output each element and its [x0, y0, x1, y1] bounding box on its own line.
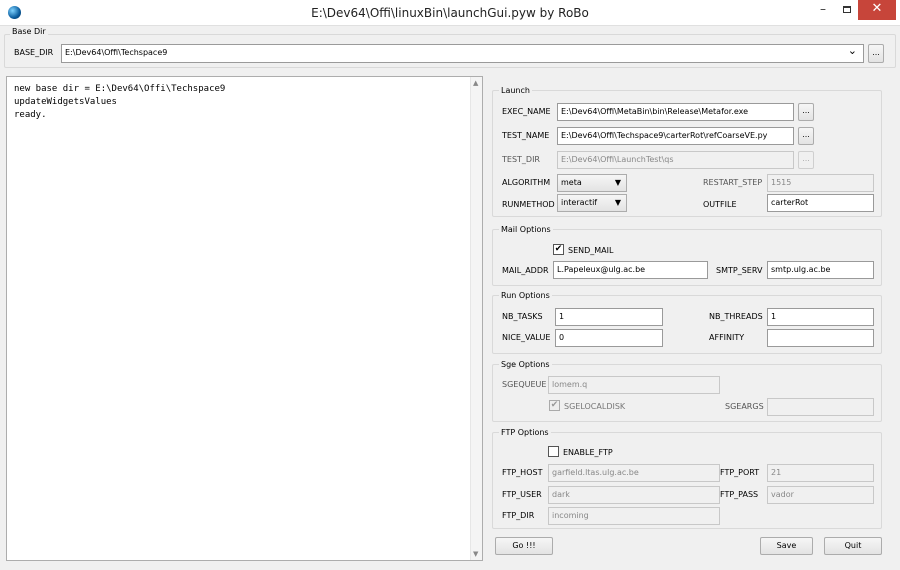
- test-dir-browse-button[interactable]: ...: [798, 151, 814, 169]
- ftp-dir-input[interactable]: incoming: [548, 507, 720, 525]
- nb-tasks-input[interactable]: 1: [555, 308, 663, 326]
- test-name-browse-button[interactable]: ...: [798, 127, 814, 145]
- scroll-down-icon[interactable]: ▼: [473, 550, 478, 558]
- sgelocaldisk-label: SGELOCALDISK: [564, 402, 626, 411]
- launch-group-title: Launch: [499, 86, 532, 95]
- mail-options-title: Mail Options: [499, 225, 553, 234]
- maximize-button[interactable]: [838, 0, 856, 20]
- minimize-button[interactable]: –: [811, 0, 835, 20]
- outfile-label: OUTFILE: [703, 200, 737, 209]
- sgequeue-label: SGEQUEUE: [502, 380, 547, 389]
- sgeargs-input[interactable]: [767, 398, 874, 416]
- test-dir-input[interactable]: E:\Dev64\Offi\LaunchTest\qs: [557, 151, 794, 169]
- dropdown-arrow-icon: ▼: [614, 198, 621, 207]
- base-dir-combobox[interactable]: E:\Dev64\Offi\Techspace9 ⌄: [61, 44, 864, 63]
- restart-step-input[interactable]: 1515: [767, 174, 874, 192]
- ftp-host-label: FTP_HOST: [502, 468, 543, 477]
- sgeargs-label: SGEARGS: [725, 402, 764, 411]
- nb-threads-input[interactable]: 1: [767, 308, 874, 326]
- chevron-down-icon[interactable]: ⌄: [848, 45, 857, 59]
- enable-ftp-checkbox[interactable]: [548, 446, 559, 457]
- ftp-pass-label: FTP_PASS: [720, 490, 759, 499]
- algorithm-select[interactable]: meta ▼: [557, 174, 627, 192]
- checkmark-icon: ✔: [550, 400, 559, 410]
- nb-threads-label: NB_THREADS: [709, 312, 763, 321]
- log-line: new base dir = E:\Dev64\Offi\Techspace9: [14, 84, 226, 94]
- base-dir-label: BASE_DIR: [14, 48, 54, 57]
- run-options-title: Run Options: [499, 291, 552, 300]
- save-button[interactable]: Save: [760, 537, 813, 555]
- ftp-options-title: FTP Options: [499, 428, 551, 437]
- sgelocaldisk-checkbox[interactable]: ✔: [549, 400, 560, 411]
- ftp-port-label: FTP_PORT: [720, 468, 760, 477]
- ftp-user-input[interactable]: dark: [548, 486, 720, 504]
- outfile-input[interactable]: carterRot: [767, 194, 874, 212]
- ftp-dir-label: FTP_DIR: [502, 511, 535, 520]
- sge-options-title: Sge Options: [499, 360, 552, 369]
- sgequeue-input[interactable]: lomem.q: [548, 376, 720, 394]
- runmethod-value: interactif: [561, 198, 598, 207]
- base-dir-browse-button[interactable]: ...: [868, 44, 884, 63]
- mail-addr-input[interactable]: L.Papeleux@ulg.ac.be: [553, 261, 708, 279]
- ftp-port-input[interactable]: 21: [767, 464, 874, 482]
- quit-button[interactable]: Quit: [824, 537, 882, 555]
- checkmark-icon: ✔: [554, 244, 563, 254]
- log-line: ready.: [14, 110, 47, 120]
- mail-addr-label: MAIL_ADDR: [502, 266, 549, 275]
- scroll-up-icon[interactable]: ▲: [473, 79, 478, 87]
- log-line: updateWidgetsValues: [14, 97, 117, 107]
- ftp-host-input[interactable]: garfield.ltas.ulg.ac.be: [548, 464, 720, 482]
- nice-value-input[interactable]: 0: [555, 329, 663, 347]
- runmethod-label: RUNMETHOD: [502, 200, 555, 209]
- ftp-pass-input[interactable]: vador: [767, 486, 874, 504]
- send-mail-checkbox[interactable]: ✔: [553, 244, 564, 255]
- base-dir-value: E:\Dev64\Offi\Techspace9: [65, 48, 168, 57]
- dropdown-arrow-icon: ▼: [614, 178, 621, 187]
- test-name-label: TEST_NAME: [502, 131, 550, 140]
- exec-name-input[interactable]: E:\Dev64\Offi\MetaBin\bin\Release\Metafo…: [557, 103, 794, 121]
- nb-tasks-label: NB_TASKS: [502, 312, 543, 321]
- affinity-input[interactable]: [767, 329, 874, 347]
- log-output[interactable]: new base dir = E:\Dev64\Offi\Techspace9 …: [6, 76, 483, 561]
- runmethod-select[interactable]: interactif ▼: [557, 194, 627, 212]
- go-button[interactable]: Go !!!: [495, 537, 553, 555]
- smtp-serv-input[interactable]: smtp.ulg.ac.be: [767, 261, 874, 279]
- close-button[interactable]: ✕: [858, 0, 896, 20]
- algorithm-value: meta: [561, 178, 582, 187]
- restart-step-label: RESTART_STEP: [703, 178, 763, 187]
- test-name-input[interactable]: E:\Dev64\Offi\Techspace9\carterRot\refCo…: [557, 127, 794, 145]
- exec-name-label: EXEC_NAME: [502, 107, 551, 116]
- base-dir-group-title: Base Dir: [10, 27, 48, 36]
- smtp-serv-label: SMTP_SERV: [716, 266, 763, 275]
- enable-ftp-label: ENABLE_FTP: [563, 448, 613, 457]
- ftp-user-label: FTP_USER: [502, 490, 542, 499]
- window-title: E:\Dev64\Offi\linuxBin\launchGui.pyw by …: [311, 6, 589, 20]
- affinity-label: AFFINITY: [709, 333, 745, 342]
- log-scrollbar[interactable]: ▲ ▼: [470, 77, 482, 560]
- maximize-icon: [843, 6, 851, 13]
- test-dir-label: TEST_DIR: [502, 155, 540, 164]
- send-mail-label: SEND_MAIL: [568, 246, 614, 255]
- nice-value-label: NICE_VALUE: [502, 333, 551, 342]
- algorithm-label: ALGORITHM: [502, 178, 551, 187]
- exec-name-browse-button[interactable]: ...: [798, 103, 814, 121]
